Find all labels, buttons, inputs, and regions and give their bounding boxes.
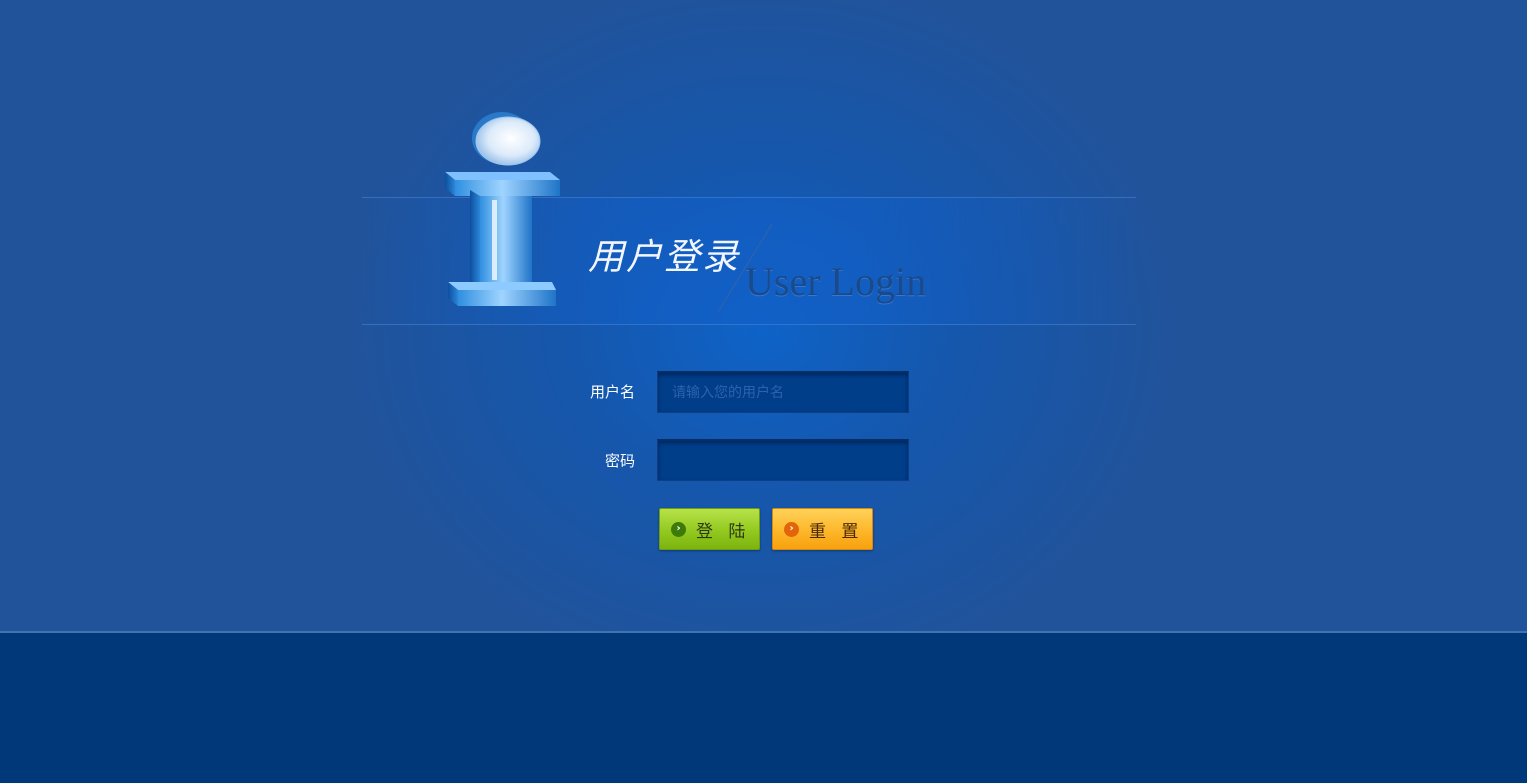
info-i-logo-icon	[440, 110, 565, 322]
reset-button-label: 重 置	[809, 521, 864, 542]
login-button[interactable]: › 登 陆	[659, 508, 760, 550]
username-input[interactable]	[657, 371, 909, 413]
chevron-right-circle-icon: ›	[784, 521, 799, 537]
footer-band	[0, 633, 1527, 783]
username-label: 用户名	[589, 383, 635, 401]
login-button-label: 登 陆	[696, 521, 751, 542]
chevron-right-circle-icon: ›	[671, 521, 686, 537]
title-english: User Login	[745, 259, 927, 304]
password-label: 密码	[604, 452, 635, 470]
reset-button[interactable]: › 重 置	[772, 508, 873, 550]
password-input[interactable]	[657, 439, 909, 481]
